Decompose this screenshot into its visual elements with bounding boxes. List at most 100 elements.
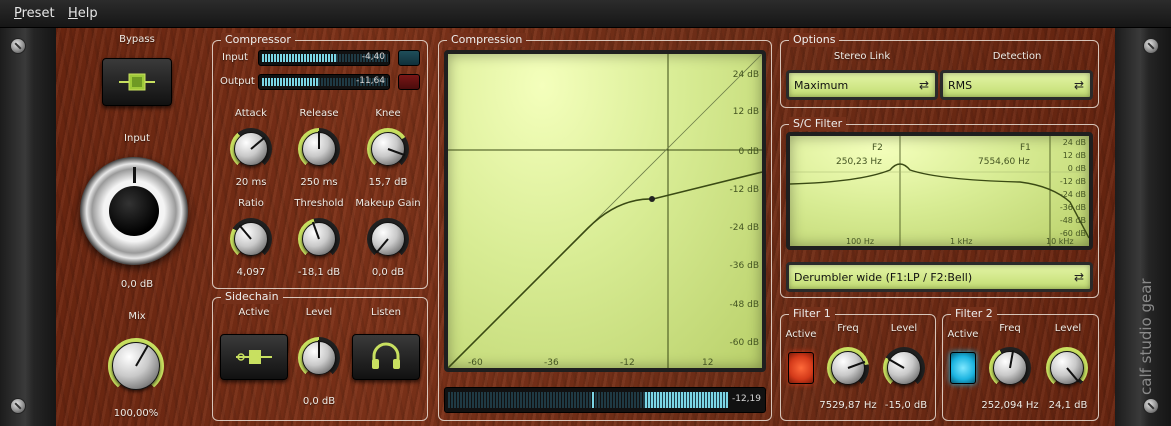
svg-text:12: 12 [702,358,713,368]
filter1-freq-value: 7529,87 Hz [819,400,877,411]
options-title: Options [789,33,840,47]
filter2-freq-value: 252,094 Hz [981,400,1039,411]
makeup-gain-value: 0,0 dB [371,267,405,278]
svg-text:-12: -12 [620,358,635,368]
detection-value: RMS [948,79,973,92]
stereo-link-value: Maximum [794,79,849,92]
sidechain-level-knob[interactable] [298,337,340,379]
sidechain-level-label: Level [305,307,333,318]
filter1-active-label: Active [785,329,817,340]
compression-y-ticks: 24 dB 12 dB 0 dB -12 dB -24 dB -36 dB -4… [730,70,759,348]
sc-filter-title: S/C Filter [789,117,847,131]
sidechain-active-button[interactable] [220,334,288,380]
threshold-point[interactable] [649,196,655,202]
menu-help[interactable]: Help [68,6,98,21]
filter2-freq-label: Freq [999,323,1021,334]
svg-text:100 Hz: 100 Hz [846,237,874,246]
filter1-level-label: Level [890,323,918,334]
swap-arrows-icon: ⇄ [1073,78,1084,92]
svg-text:0 dB: 0 dB [1068,164,1086,173]
mix-value: 100,00% [113,408,159,419]
menu-preset[interactable]: Preset [14,6,55,21]
screw-icon [10,38,26,54]
filter-response-curve [790,163,1089,239]
stereo-link-select[interactable]: Maximum ⇄ [786,70,938,100]
bypass-button[interactable] [102,58,172,106]
gain-reduction-meter: -12,19 [444,387,766,413]
filter2-active-toggle[interactable] [950,352,976,384]
knee-value: 15,7 dB [368,177,408,188]
svg-text:-60: -60 [468,358,483,368]
ratio-value: 4,097 [236,267,266,278]
f1-value: 7554,60 Hz [978,157,1030,167]
screw-icon [10,398,26,414]
input-knob[interactable] [80,157,188,265]
brand-logo: calf studio gear [1125,240,1165,400]
headphones-icon [372,342,400,369]
svg-text:-12 dB: -12 dB [1060,177,1086,186]
svg-text:-36: -36 [544,358,559,368]
filter1-level-value: -15,0 dB [884,400,928,411]
filter1-level-knob[interactable] [883,347,925,389]
threshold-label: Threshold [294,198,344,209]
f2-value: 250,23 Hz [836,157,882,167]
transfer-curve [448,171,762,368]
output-meter: -11,64 [258,74,390,90]
listen-button[interactable] [352,334,420,380]
bypass-icon [119,73,155,91]
filter2-freq-knob[interactable] [989,347,1031,389]
svg-text:-36 dB: -36 dB [1060,203,1086,212]
bypass-label: Bypass [119,34,155,45]
f2-label: F2 [872,143,883,153]
input-clip-led [398,50,420,66]
filter1-freq-knob[interactable] [827,347,869,389]
compressor-title: Compressor [221,33,295,47]
attack-knob[interactable] [230,128,272,170]
sidechain-icon [236,350,272,364]
filter2-level-label: Level [1054,323,1082,334]
sc-filter-graph[interactable]: F2 250,23 Hz F1 7554,60 Hz 24 dB 12 dB 0… [786,132,1093,250]
menu-bar: Preset Help [0,0,1171,28]
listen-label: Listen [371,307,401,318]
release-value: 250 ms [300,177,338,188]
compression-title: Compression [447,33,527,47]
svg-text:12 dB: 12 dB [733,107,759,117]
release-knob[interactable] [298,128,340,170]
threshold-value: -18,1 dB [297,267,341,278]
attack-value: 20 ms [235,177,267,188]
threshold-knob[interactable] [298,218,340,260]
rack-ear-left [0,28,56,426]
mix-knob[interactable] [108,338,164,394]
filter2-level-knob[interactable] [1046,347,1088,389]
svg-text:1 kHz: 1 kHz [950,237,972,246]
detection-select[interactable]: RMS ⇄ [940,70,1093,100]
attack-label: Attack [235,108,267,119]
makeup-gain-knob[interactable] [367,218,409,260]
knee-label: Knee [375,108,401,119]
filter1-active-toggle[interactable] [788,352,814,384]
release-label: Release [299,108,339,119]
sc-filter-y-ticks: 24 dB 12 dB 0 dB -12 dB -24 dB -36 dB -4… [1060,138,1086,238]
compression-x-ticks: -60 -36 -12 12 [468,358,713,368]
sidechain-title: Sidechain [221,290,283,304]
stereo-link-label: Stereo Link [833,51,891,62]
filter2-active-label: Active [947,329,979,340]
svg-text:-60 dB: -60 dB [730,338,759,348]
compression-graph[interactable]: 24 dB 12 dB 0 dB -12 dB -24 dB -36 dB -4… [444,50,766,372]
svg-text:12 dB: 12 dB [1063,151,1086,160]
filter2-level-value: 24,1 dB [1048,400,1088,411]
input-meter-label: Input [222,52,248,63]
ratio-label: Ratio [238,198,264,209]
ratio-knob[interactable] [230,218,272,260]
sc-filter-mode-select[interactable]: Derumbler wide (F1:LP / F2:Bell) ⇄ [786,262,1093,292]
svg-text:-36 dB: -36 dB [730,261,759,271]
sidechain-active-label: Active [238,307,270,318]
knee-knob[interactable] [367,128,409,170]
makeup-gain-label: Makeup Gain [355,198,421,209]
output-meter-label: Output [220,76,255,87]
detection-label: Detection [992,51,1042,62]
swap-arrows-icon: ⇄ [1073,270,1084,284]
compressor-plugin-window: Preset Help calf studio gear Bypass Inpu… [0,0,1171,426]
svg-text:-24 dB: -24 dB [1060,190,1086,199]
svg-text:-12 dB: -12 dB [730,185,759,195]
